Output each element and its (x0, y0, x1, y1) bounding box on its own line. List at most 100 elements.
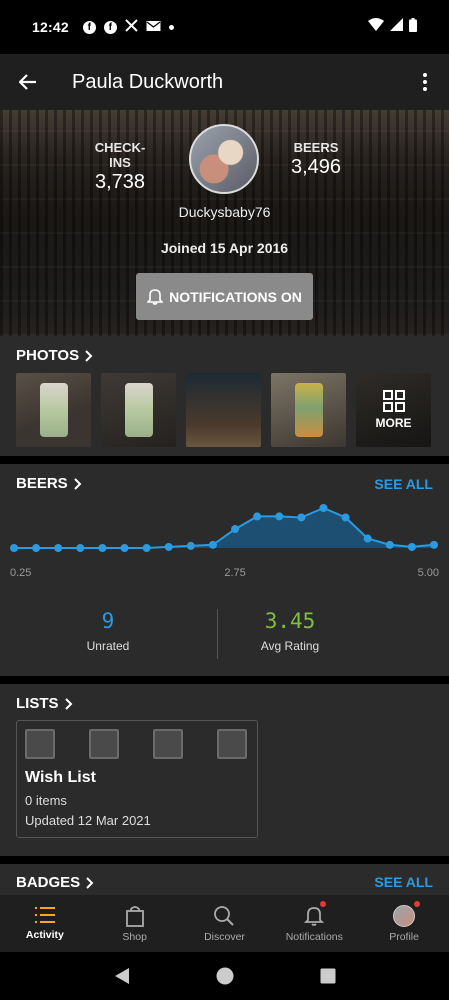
status-right (368, 17, 417, 37)
beers-see-all-link[interactable]: SEE ALL (374, 476, 433, 492)
photo-thumbnail[interactable] (16, 373, 91, 447)
system-navigation (0, 952, 449, 1000)
chart-point (275, 512, 284, 521)
nav-notifications[interactable]: Notifications (269, 895, 359, 952)
avg-rating-label: Avg Rating (260, 639, 320, 653)
tools-icon (125, 19, 138, 35)
back-triangle-icon[interactable] (114, 967, 130, 985)
chart-point (76, 544, 85, 552)
bell-icon (304, 907, 325, 926)
unrated-value: 9 (101, 609, 115, 633)
rating-chart-svg: 0.25 2.75 5.00 (10, 504, 439, 579)
photo-strip: MORE (16, 373, 431, 447)
bottom-navigation: Activity Shop Discover Notifications Pro… (0, 895, 449, 952)
nav-discover[interactable]: Discover (180, 895, 270, 952)
chevron-right-icon (85, 349, 93, 362)
dot-icon (168, 21, 174, 33)
photos-title: PHOTOS (16, 347, 80, 364)
chart-area (14, 508, 434, 548)
beers-stat[interactable]: BEERS 3,496 (288, 140, 344, 179)
chart-point (231, 525, 240, 534)
facebook-icon: f (103, 20, 117, 34)
avg-rating-value: 3.45 (264, 609, 316, 633)
app-bar: Paula Duckworth (0, 54, 449, 110)
checkins-label: CHECK-INS (94, 140, 146, 170)
chart-point (164, 542, 173, 551)
beers-title-link[interactable]: BEERS (16, 475, 82, 492)
nav-profile[interactable]: Profile (359, 895, 449, 952)
chart-point (297, 513, 306, 522)
nav-activity-label: Activity (25, 929, 64, 941)
chart-point (32, 544, 41, 552)
more-label: MORE (375, 416, 412, 430)
status-time: 12:42 (32, 19, 69, 35)
chart-point (208, 540, 217, 549)
notifications-button[interactable]: NOTIFICATIONS ON (136, 273, 313, 320)
photo-thumbnail[interactable] (271, 373, 346, 447)
chart-point (407, 542, 416, 551)
chart-tick-label: 0.25 (10, 567, 31, 579)
profile-badge (414, 901, 421, 907)
badges-title-link[interactable]: BADGES (16, 874, 94, 891)
list-thumbnail (217, 729, 247, 759)
search-icon (214, 906, 235, 926)
photos-title-link[interactable]: PHOTOS (16, 347, 93, 364)
badges-see-all-link[interactable]: SEE ALL (374, 874, 433, 890)
wifi-icon (368, 18, 384, 36)
recents-square-icon[interactable] (320, 968, 336, 984)
list-thumbnail (153, 729, 183, 759)
arrow-left-icon (19, 74, 36, 90)
more-overlay: MORE (356, 373, 431, 447)
beers-label: BEERS (293, 140, 339, 155)
avatar[interactable] (189, 124, 259, 194)
rating-distribution-chart: 0.25 2.75 5.00 (0, 494, 449, 614)
unrated-stat[interactable]: 9 Unrated (43, 609, 173, 653)
list-card-wish-list[interactable]: Wish List 0 items Updated 12 Mar 2021 (16, 720, 258, 838)
chart-tick-label: 2.75 (224, 567, 245, 579)
nav-activity[interactable]: Activity (0, 895, 90, 952)
chevron-right-icon (64, 697, 72, 710)
nav-discover-label: Discover (204, 931, 245, 943)
chart-point (98, 544, 107, 552)
chevron-right-icon (86, 876, 94, 889)
chart-point (253, 512, 262, 521)
lists-section: LISTS Wish List 0 items Updated 12 Mar 2… (0, 684, 449, 856)
lists-title: LISTS (16, 695, 59, 712)
home-circle-icon[interactable] (216, 967, 234, 985)
beers-value: 3,496 (290, 156, 342, 178)
list-thumbnail (25, 729, 55, 759)
shopping-bag-icon (125, 906, 144, 927)
battery-icon (409, 17, 417, 37)
chart-point (54, 544, 63, 552)
badges-title: BADGES (16, 874, 81, 891)
photo-thumbnail[interactable] (186, 373, 261, 447)
unrated-label: Unrated (86, 639, 130, 653)
photo-thumbnail[interactable] (101, 373, 176, 447)
more-photos-button[interactable]: MORE (356, 373, 431, 447)
chart-point (319, 504, 328, 512)
more-options-button[interactable] (401, 54, 449, 110)
lists-title-link[interactable]: LISTS (16, 695, 73, 712)
username: Duckysbaby76 (178, 204, 271, 220)
chart-point (142, 544, 151, 552)
avatar (393, 905, 416, 927)
beer-stats: 9 Unrated 3.45 Avg Rating (0, 609, 449, 659)
beers-section: BEERS SEE ALL 0.25 2.75 5.00 9 Unrated 3.4… (0, 464, 449, 676)
chart-point (363, 534, 372, 543)
status-bar: 12:42 f f (0, 0, 449, 54)
bell-icon (147, 289, 164, 305)
avg-rating-stat: 3.45 Avg Rating (225, 609, 355, 653)
stats-divider (217, 609, 218, 659)
back-button[interactable] (0, 54, 56, 110)
chart-tick-label: 5.00 (418, 567, 439, 579)
facebook-icon: f (82, 20, 96, 34)
nav-notifications-label: Notifications (285, 931, 343, 943)
nav-shop[interactable]: Shop (90, 895, 180, 952)
notification-icons: f f (82, 19, 174, 35)
notification-badge (320, 901, 327, 907)
notifications-button-label: NOTIFICATIONS ON (169, 288, 302, 305)
checkins-value: 3,738 (94, 171, 146, 193)
grid-icon (382, 390, 405, 412)
checkins-stat[interactable]: CHECK-INS 3,738 (84, 140, 156, 194)
chart-point (120, 544, 129, 552)
